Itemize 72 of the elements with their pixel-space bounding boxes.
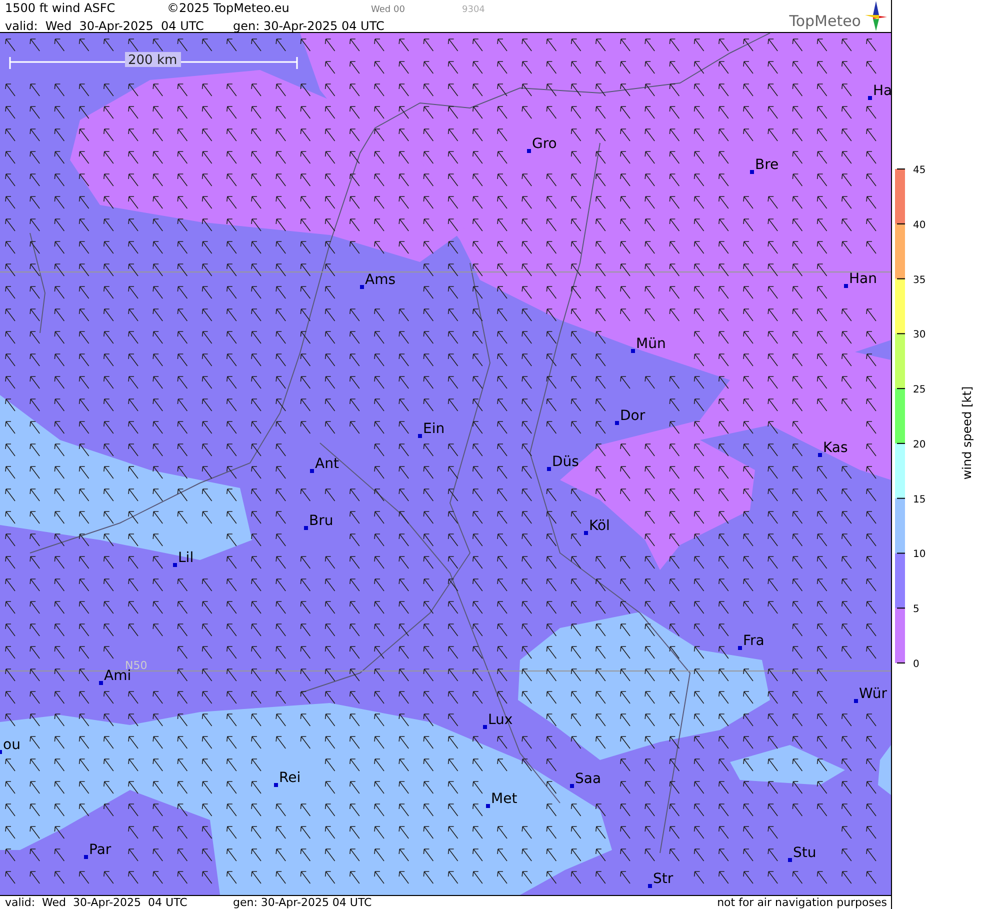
city-marker-icon [486, 804, 490, 808]
city-label: Bru [309, 513, 334, 529]
city-label: Kas [823, 440, 848, 456]
legend-tick-label: 0 [913, 659, 920, 670]
legend-tick-label: 5 [913, 604, 920, 616]
city-marker-icon [818, 453, 822, 457]
city-marker-icon [99, 681, 103, 685]
city-marker-icon [584, 531, 588, 535]
disclaimer-text: not for air navigation purposes [717, 896, 888, 909]
city-marker-icon [483, 725, 487, 729]
legend-tick-label: 45 [913, 165, 926, 176]
city-marker-icon [750, 170, 754, 174]
valid-time: valid: Wed 30-Apr-2025 04 UTC [4, 896, 188, 909]
code-label: 9304 [462, 5, 485, 15]
compass-star-icon [865, 1, 887, 31]
city-label: Köl [589, 518, 610, 534]
city-label: Stu [793, 845, 816, 861]
legend-tick-label: 10 [913, 549, 926, 560]
city-label: Rei [279, 770, 301, 786]
city-label: Str [653, 871, 674, 887]
city-marker-icon [868, 96, 872, 100]
city-marker-icon [738, 646, 742, 650]
city-label: Mün [636, 336, 666, 352]
city-label: Met [491, 791, 518, 807]
city-marker-icon [570, 784, 574, 788]
city-marker-icon [0, 750, 2, 754]
city-marker-icon [547, 467, 551, 471]
city-label: Ein [423, 421, 445, 437]
city-label: Bre [755, 157, 779, 173]
city-label: Fra [743, 633, 764, 649]
city-label: Gro [532, 136, 557, 152]
city-marker-icon [418, 434, 422, 438]
city-label: Düs [552, 454, 579, 470]
city-marker-icon [844, 284, 848, 288]
city-marker-icon [84, 855, 88, 859]
city-marker-icon [648, 884, 652, 888]
city-label: Lux [488, 712, 513, 728]
legend-tick-label: 35 [913, 274, 926, 286]
copyright-text: ©2025 TopMeteo.eu [167, 0, 290, 16]
legend-tick-label: 30 [913, 330, 926, 341]
generated-time: gen: 30-Apr-2025 04 UTC [233, 896, 372, 909]
map-title: 1500 ft wind ASFC [4, 0, 116, 16]
city-label: Dor [620, 408, 646, 424]
legend-tick-label: 20 [913, 439, 926, 450]
city-marker-icon [854, 699, 858, 703]
city-label: Wür [859, 686, 887, 702]
generated-time: gen: 30-Apr-2025 04 UTC [233, 19, 384, 33]
legend-title: wind speed [kt] [960, 386, 974, 480]
city-label: Par [89, 842, 112, 858]
city-label: Saa [575, 771, 602, 787]
city-marker-icon [360, 285, 364, 289]
city-label: Ams [365, 272, 396, 288]
city-label: Ant [315, 456, 339, 472]
city-label: Lil [178, 550, 194, 566]
legend-tick-label: 15 [913, 494, 926, 506]
city-marker-icon [527, 149, 531, 153]
scale-label: 200 km [128, 53, 178, 68]
city-label: Ha [873, 83, 891, 99]
city-marker-icon [310, 469, 314, 473]
run-label: Wed 00 [371, 4, 406, 17]
legend-tick-label: 25 [913, 384, 926, 396]
city-marker-icon [173, 563, 177, 567]
logo-text: TopMeteo [789, 13, 861, 29]
city-label: ou [3, 737, 20, 753]
city-marker-icon [304, 526, 308, 530]
city-marker-icon [615, 421, 619, 425]
legend-tick-label: 40 [913, 220, 926, 231]
city-marker-icon [788, 858, 792, 862]
city-marker-icon [274, 783, 278, 787]
valid-time: valid: Wed 30-Apr-2025 04 UTC [4, 18, 205, 34]
city-label: Han [849, 271, 877, 287]
city-marker-icon [631, 349, 635, 353]
